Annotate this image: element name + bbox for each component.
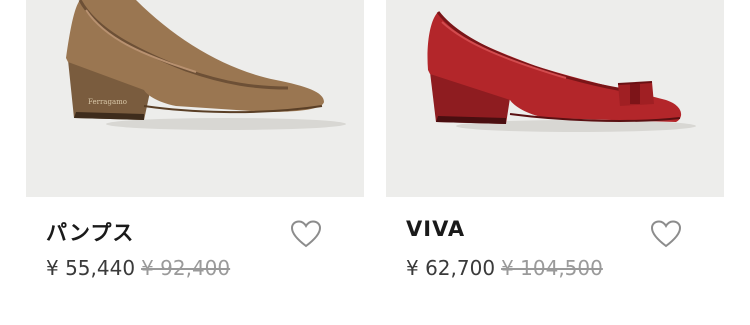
price-row: ¥ 62,700 ¥ 104,500 bbox=[406, 256, 603, 280]
bow-pump-shoe-image bbox=[427, 11, 696, 132]
product-image[interactable] bbox=[386, 0, 724, 197]
favorite-button[interactable] bbox=[290, 220, 322, 248]
original-price: ¥ 104,500 bbox=[501, 256, 603, 280]
product-card[interactable]: VIVA ¥ 62,700 ¥ 104,500 bbox=[386, 0, 724, 325]
sale-price: ¥ 62,700 bbox=[406, 256, 496, 280]
favorite-button[interactable] bbox=[650, 220, 682, 248]
heart-outline-icon bbox=[650, 220, 682, 248]
price-row: ¥ 55,440 ¥ 92,400 bbox=[46, 256, 230, 280]
product-name[interactable]: パンプス bbox=[46, 217, 134, 247]
original-price: ¥ 92,400 bbox=[141, 256, 231, 280]
sale-price: ¥ 55,440 bbox=[46, 256, 136, 280]
product-name[interactable]: VIVA bbox=[406, 217, 465, 241]
product-card[interactable]: Ferragamo パンプス ¥ 55,440 ¥ 92,400 bbox=[26, 0, 364, 325]
heart-outline-icon bbox=[290, 220, 322, 248]
pump-shoe-image: Ferragamo bbox=[66, 0, 346, 130]
svg-text:Ferragamo: Ferragamo bbox=[88, 98, 127, 106]
product-image[interactable]: Ferragamo bbox=[26, 0, 364, 197]
